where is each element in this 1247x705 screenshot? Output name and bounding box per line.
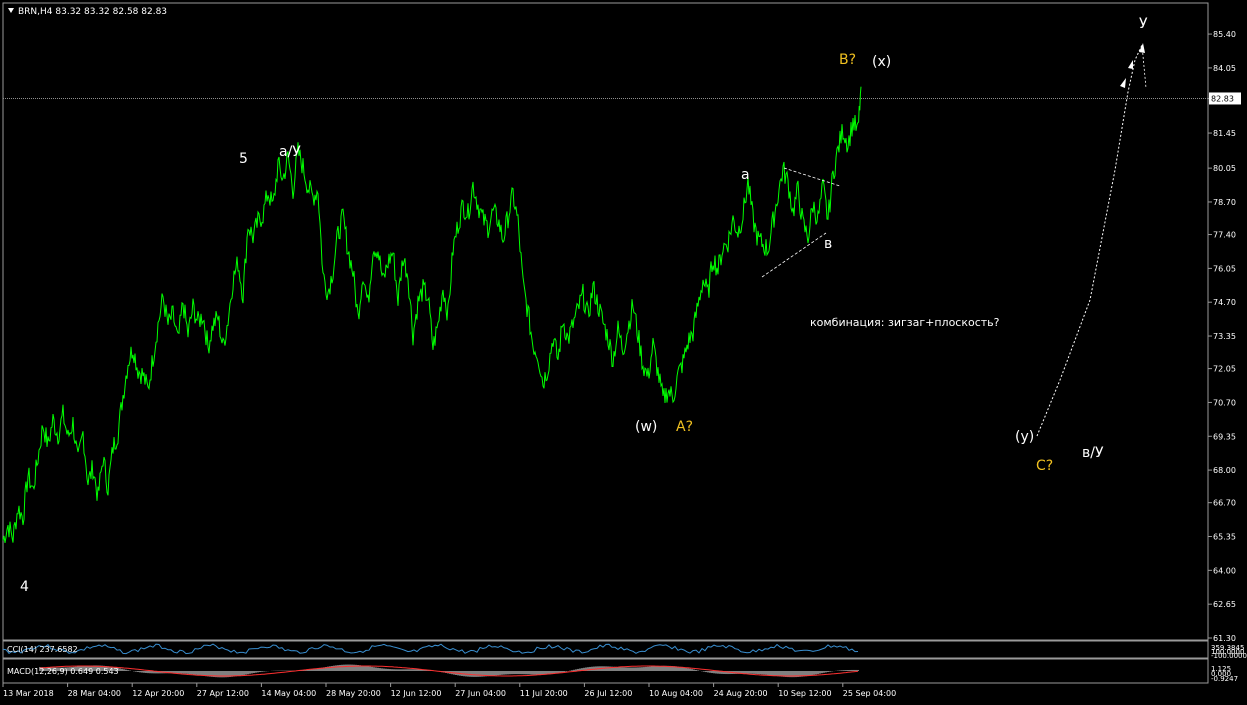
y-tick-label: 80.05 [1213,164,1236,173]
y-tick-label: 74.70 [1213,298,1236,307]
wave-label-a: а [741,167,750,183]
current-price-label: 82.83 [1211,94,1234,103]
wave-label-5: 5 [239,151,248,167]
wave-label-y: (y) [1015,429,1034,445]
cci-scale-bottom: -100.0000 [1211,652,1247,660]
x-tick-label: 28 May 20:00 [326,689,381,698]
y-tick-label: 66.70 [1213,499,1236,508]
wave-label-w: (w) [635,419,657,435]
y-tick-label: 68.00 [1213,466,1236,475]
pattern-comment: комбинация: зигзаг+плоскость? [810,316,1000,329]
chart-title: BRN,H4 83.32 83.32 82.58 82.83 [18,7,167,17]
wave-label-a-question: A? [676,419,693,435]
x-tick-label: 14 May 04:00 [261,689,316,698]
x-tick-label: 12 Jun 12:00 [391,689,442,698]
y-tick-label: 73.35 [1213,332,1236,341]
x-tick-label: 27 Apr 12:00 [197,689,249,698]
macd-scale-bottom: -0.9247 [1211,675,1238,683]
wave-label-y-target: У [1139,16,1148,32]
y-tick-label: 72.05 [1213,365,1236,374]
wave-label-b-y: в/У [1082,445,1104,461]
wave-label-b: в [824,236,832,252]
x-tick-label: 26 Jul 12:00 [584,689,632,698]
x-tick-label: 25 Sep 04:00 [843,689,896,698]
x-tick-label: 12 Apr 20:00 [132,689,184,698]
x-tick-label: 28 Mar 04:00 [68,689,121,698]
cci-label: CCI(14) 237.6582 [7,645,78,654]
x-tick-label: 10 Sep 12:00 [778,689,831,698]
wave-label-x: (x) [872,54,891,70]
x-tick-label: 24 Aug 20:00 [714,689,768,698]
x-tick-label: 27 Jun 04:00 [455,689,506,698]
y-tick-label: 85.40 [1213,30,1236,39]
chart-header: BRN,H4 83.32 83.32 82.58 82.83 [8,7,167,17]
x-tick-label: 13 Mar 2018 [3,689,54,698]
y-tick-label: 76.05 [1213,264,1236,273]
y-tick-label: 78.70 [1213,198,1236,207]
chart-background [0,0,1247,705]
chart-window[interactable]: BRN,H4 83.32 83.32 82.58 82.83 85.40 84.0… [0,0,1247,705]
y-tick-label: 65.35 [1213,533,1236,542]
x-tick-label: 11 Jul 20:00 [520,689,568,698]
wave-label-b-question: B? [839,52,856,68]
y-tick-label: 69.35 [1213,432,1236,441]
y-tick-label: 61.30 [1213,634,1236,643]
y-tick-label: 81.45 [1213,129,1236,138]
macd-label: MACD(12,26,9) 0.649 0.543 [7,667,119,676]
y-tick-label: 64.00 [1213,566,1236,575]
y-tick-label: 77.40 [1213,231,1236,240]
wave-label-a-y: a/У [279,144,301,160]
wave-label-c-question: C? [1036,458,1053,474]
y-tick-label: 84.05 [1213,64,1236,73]
y-tick-label: 70.70 [1213,398,1236,407]
wave-label-4: 4 [20,579,29,595]
y-tick-label: 62.65 [1213,600,1236,609]
x-tick-label: 10 Aug 04:00 [649,689,703,698]
